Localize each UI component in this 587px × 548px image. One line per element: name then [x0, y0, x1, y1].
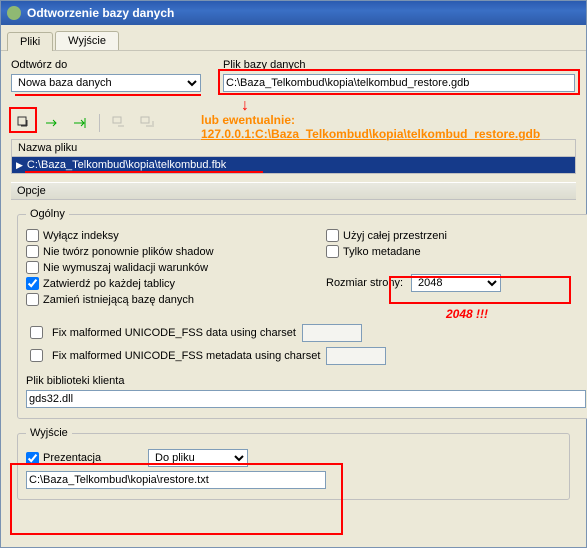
restore-top-row: Odtwórz do Nowa baza danych Plik bazy da… [11, 59, 576, 92]
toolbar-btn-3[interactable] [69, 112, 91, 134]
lbl-meta-only: Tylko metadane [343, 246, 421, 258]
page-size-select[interactable]: 2048 [411, 274, 501, 292]
red-underline-restore-to [15, 94, 201, 96]
db-file-input[interactable] [223, 74, 575, 92]
db-file-label: Plik bazy danych [223, 59, 576, 71]
chk-fix-meta[interactable] [30, 349, 43, 362]
toolbar-btn-2[interactable] [41, 112, 63, 134]
tab-wyjscie[interactable]: Wyjście [55, 31, 119, 50]
window-title: Odtworzenie bazy danych [27, 6, 174, 20]
lbl-fix-meta: Fix malformed UNICODE_FSS metadata using… [52, 350, 320, 362]
red-underline-filerow [25, 171, 263, 173]
lbl-no-validity: Nie wymuszaj walidacji warunków [43, 262, 208, 274]
restore-to-select[interactable]: Nowa baza danych [11, 74, 201, 92]
red-note-2048: 2048 !!! [446, 307, 488, 321]
titlebar: Odtworzenie bazy danych [1, 1, 586, 25]
lbl-no-shadow: Nie twórz ponownie plików shadow [43, 246, 214, 258]
fix-meta-charset-input[interactable] [326, 347, 386, 365]
chk-verbose[interactable] [26, 452, 39, 465]
page-size-label: Rozmiar strony: [326, 277, 403, 289]
lbl-fix-data: Fix malformed UNICODE_FSS data using cha… [52, 327, 296, 339]
restore-to-label: Odtwórz do [11, 59, 203, 71]
lbl-commit-each: Zatwierdź po każdej tablicy [43, 278, 175, 290]
output-legend: Wyjście [26, 427, 72, 439]
client-lib-label: Plik biblioteki klienta [26, 375, 586, 387]
chk-no-validity[interactable] [26, 261, 39, 274]
lbl-deactivate-indexes: Wyłącz indeksy [43, 230, 119, 242]
file-list-row-text: C:\Baza_Telkombud\kopia\telkombud.fbk [27, 159, 226, 171]
output-target-select[interactable]: Do pliku [148, 449, 248, 467]
chk-replace[interactable] [26, 293, 39, 306]
options-header: Opcje [11, 182, 576, 200]
lbl-use-all-space: Użyj całej przestrzeni [343, 230, 447, 242]
toolbar-btn-1[interactable] [13, 112, 35, 134]
output-path-input[interactable] [26, 471, 326, 489]
red-arrow-icon: ↓ [241, 98, 249, 114]
file-list: Nazwa pliku ▶ C:\Baza_Telkombud\kopia\te… [11, 139, 576, 174]
toolbar-btn-5[interactable] [136, 112, 158, 134]
output-fieldset: Wyjście Prezentacja Do pliku [17, 427, 570, 500]
chk-no-shadow[interactable] [26, 245, 39, 258]
chk-fix-data[interactable] [30, 326, 43, 339]
fix-data-charset-input[interactable] [302, 324, 362, 342]
chk-deactivate-indexes[interactable] [26, 229, 39, 242]
file-list-header[interactable]: Nazwa pliku [11, 139, 576, 157]
row-caret-icon: ▶ [16, 160, 23, 171]
general-fieldset: Ogólny Wyłącz indeksy Nie twórz ponownie… [17, 208, 587, 419]
app-icon [7, 6, 21, 20]
lbl-verbose: Prezentacja [43, 452, 101, 464]
toolbar-btn-4[interactable] [108, 112, 130, 134]
client-lib-input[interactable] [26, 390, 586, 408]
restore-window: Odtworzenie bazy danych Pliki Wyjście Od… [0, 0, 587, 548]
chk-commit-each[interactable] [26, 277, 39, 290]
general-legend: Ogólny [26, 208, 69, 220]
chk-meta-only[interactable] [326, 245, 339, 258]
orange-annotation: lub ewentualnie: 127.0.0.1:C:\Baza_Telko… [201, 113, 581, 141]
toolbar-sep [99, 114, 100, 132]
lbl-replace: Zamień istniejącą bazę danych [43, 294, 194, 306]
tab-pliki[interactable]: Pliki [7, 32, 53, 51]
chk-use-all-space[interactable] [326, 229, 339, 242]
tab-bar: Pliki Wyjście [1, 25, 586, 51]
